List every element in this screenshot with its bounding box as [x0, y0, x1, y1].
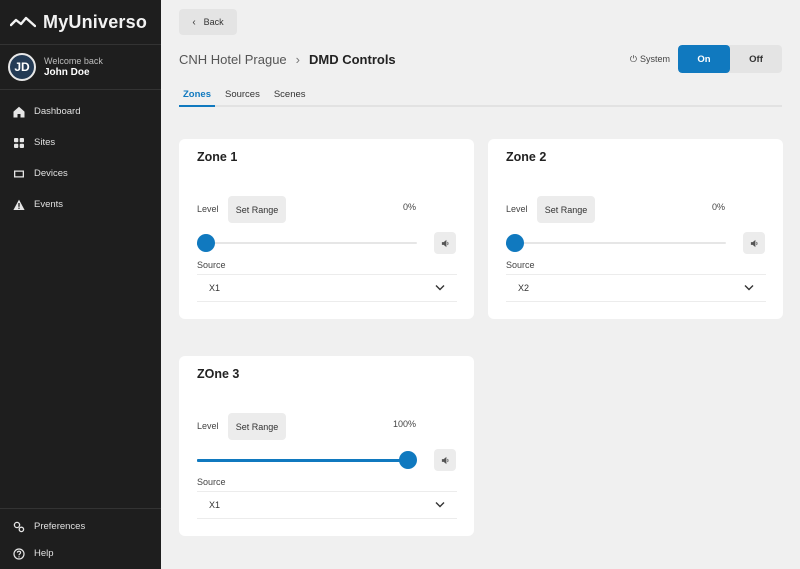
mute-button[interactable]	[434, 232, 456, 254]
chevron-down-icon	[744, 283, 754, 293]
tab-zones[interactable]: Zones	[179, 84, 215, 107]
level-label: Level	[197, 204, 219, 214]
system-toggle: On Off	[678, 45, 782, 73]
slider-track	[197, 242, 417, 244]
speaker-icon	[441, 456, 448, 464]
level-slider[interactable]	[506, 233, 726, 253]
sidebar-item-dashboard[interactable]: Dashboard	[0, 96, 161, 127]
level-percent: 0%	[402, 202, 416, 212]
sidebar-item-sites[interactable]: Sites	[0, 127, 161, 158]
source-value: X2	[518, 283, 530, 293]
system-label: ⏻ System	[630, 54, 670, 65]
set-range-button[interactable]: Set Range	[537, 196, 595, 223]
device-icon	[12, 167, 25, 180]
source-label: Source	[197, 260, 226, 270]
chevron-left-icon: ‹	[192, 16, 196, 28]
level-percent: 0%	[711, 202, 725, 212]
chevron-down-icon	[435, 283, 445, 293]
back-label: Back	[203, 17, 224, 27]
sidebar-item-events[interactable]: Events	[0, 189, 161, 220]
system-control: ⏻ System On Off	[630, 45, 782, 73]
speaker-icon	[750, 239, 757, 247]
breadcrumb: CNH Hotel Prague › DMD Controls	[179, 52, 396, 67]
home-icon	[12, 105, 25, 118]
sidebar-item-label: Devices	[34, 168, 68, 179]
zone-title: ZOne 3	[197, 367, 240, 381]
set-range-button[interactable]: Set Range	[228, 196, 286, 223]
level-slider[interactable]	[197, 450, 417, 470]
sidebar-item-label: Dashboard	[34, 106, 81, 117]
app-name: MyUniverso	[43, 11, 148, 32]
system-on-button[interactable]: On	[678, 45, 730, 73]
user-profile[interactable]: JD Welcome back John Doe	[0, 45, 161, 90]
speaker-icon	[441, 239, 448, 247]
power-icon: ⏻	[629, 53, 637, 64]
sidebar-item-help[interactable]: Help	[0, 540, 161, 567]
user-name: John Doe	[44, 67, 90, 78]
sidebar-nav: Dashboard Sites Devices Events	[0, 90, 161, 220]
system-off-button[interactable]: Off	[730, 45, 782, 73]
back-button[interactable]: ‹ Back	[179, 9, 237, 35]
sidebar-item-preferences[interactable]: Preferences	[0, 513, 161, 540]
level-percent: 100%	[392, 419, 416, 429]
source-label: Source	[197, 477, 226, 487]
tab-scenes[interactable]: Scenes	[270, 84, 310, 107]
warning-icon	[12, 198, 25, 211]
slider-fill	[197, 459, 408, 462]
source-value: X1	[209, 283, 221, 293]
source-value: X1	[209, 500, 221, 510]
user-info: Welcome back John Doe	[44, 55, 103, 79]
source-select[interactable]: X1	[197, 491, 457, 519]
chevron-down-icon	[435, 500, 445, 510]
chevron-right-icon: ›	[295, 52, 300, 67]
slider-thumb[interactable]	[506, 234, 524, 252]
tab-bar: Zones Sources Scenes	[179, 84, 782, 107]
sidebar: MyUniverso JD Welcome back John Doe Dash…	[0, 0, 161, 569]
main-content: ‹ Back CNH Hotel Prague › DMD Controls ⏻…	[161, 0, 800, 569]
app-root: MyUniverso JD Welcome back John Doe Dash…	[0, 0, 800, 569]
slider-thumb[interactable]	[197, 234, 215, 252]
sidebar-item-label: Events	[34, 199, 64, 210]
system-label-text: System	[639, 54, 670, 64]
sidebar-item-label: Help	[34, 548, 54, 559]
set-range-button[interactable]: Set Range	[228, 413, 286, 440]
zone-card: ZOne 3 Level Set Range 100% Source X1	[179, 356, 474, 536]
slider-thumb[interactable]	[399, 451, 417, 469]
source-select[interactable]: X2	[506, 274, 766, 302]
grid-icon	[12, 136, 25, 149]
sidebar-item-label: Sites	[34, 137, 56, 148]
level-label: Level	[197, 421, 219, 431]
app-logo[interactable]: MyUniverso	[0, 0, 161, 45]
level-label: Level	[506, 204, 528, 214]
tab-sources[interactable]: Sources	[221, 84, 264, 107]
zone-title: Zone 1	[197, 150, 238, 164]
sidebar-footer: Preferences Help	[0, 508, 161, 569]
source-label: Source	[506, 260, 535, 270]
sidebar-item-label: Preferences	[34, 521, 86, 532]
sidebar-item-devices[interactable]: Devices	[0, 158, 161, 189]
breadcrumb-site[interactable]: CNH Hotel Prague	[179, 52, 287, 67]
settings-icon	[12, 520, 25, 533]
avatar: JD	[8, 53, 36, 81]
help-icon	[12, 547, 25, 560]
logo-icon	[10, 16, 36, 28]
page-title: DMD Controls	[309, 52, 396, 67]
slider-track	[506, 242, 726, 244]
welcome-text: Welcome back	[44, 56, 103, 66]
zone-card: Zone 2 Level Set Range 0% Source X2	[488, 139, 783, 319]
mute-button[interactable]	[434, 449, 456, 471]
mute-button[interactable]	[743, 232, 765, 254]
zone-title: Zone 2	[506, 150, 547, 164]
level-slider[interactable]	[197, 233, 417, 253]
zone-card: Zone 1 Level Set Range 0% Source X1	[179, 139, 474, 319]
source-select[interactable]: X1	[197, 274, 457, 302]
